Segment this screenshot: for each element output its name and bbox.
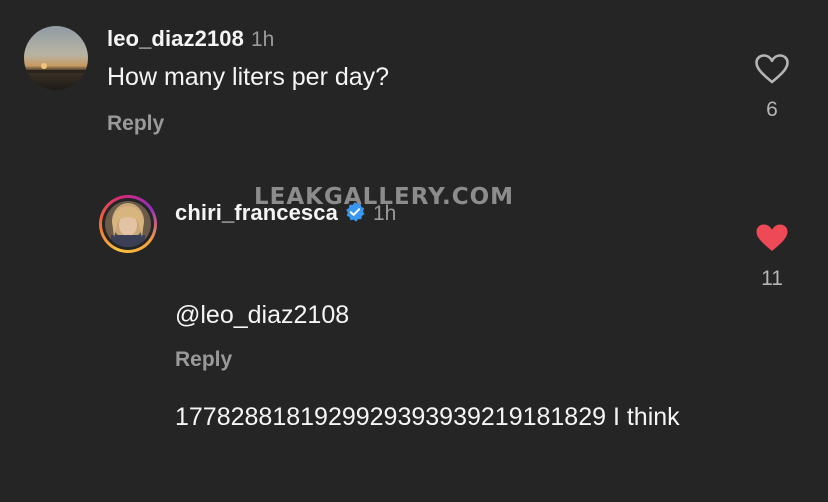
heart-filled-icon[interactable] [755, 223, 789, 253]
comment-body: @leo_diaz2108 17782881819299293939392191… [175, 230, 735, 502]
timestamp: 1h [372, 202, 397, 225]
username[interactable]: chiri_francesca [175, 200, 338, 226]
mention-link[interactable]: @leo_diaz2108 [175, 298, 735, 332]
like-count: 11 [761, 267, 783, 290]
avatar-story-ring[interactable] [99, 195, 157, 253]
reply-button[interactable]: Reply [175, 348, 232, 372]
like-control: 11 [742, 223, 802, 291]
comment-header: chiri_francesca 1h [175, 198, 396, 226]
avatar-chiri-francesca [105, 201, 151, 247]
comment-2: chiri_francesca 1h @leo_diaz2108 1778288… [0, 0, 828, 431]
verified-badge-icon [344, 201, 366, 223]
comment-text: 177828818192992939393921918182​9 I think [175, 403, 680, 431]
